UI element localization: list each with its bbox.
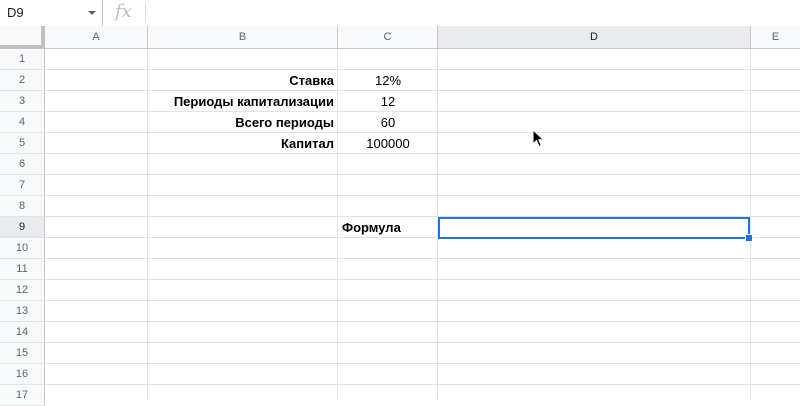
cell-c9[interactable]: Формула bbox=[338, 217, 438, 238]
gridline bbox=[45, 384, 800, 385]
column-header-d[interactable]: D bbox=[438, 26, 751, 49]
fx-icon: fx bbox=[115, 1, 132, 22]
row-header-13[interactable]: 13 bbox=[0, 301, 45, 322]
column-header-b[interactable]: B bbox=[148, 26, 338, 49]
column-header-a[interactable]: A bbox=[45, 26, 148, 49]
cell-b4[interactable]: Всего периоды bbox=[148, 112, 338, 133]
row-header-14[interactable]: 14 bbox=[0, 322, 45, 343]
select-all-corner[interactable] bbox=[0, 26, 45, 49]
spreadsheet-grid: A B C D E 1 2 3 4 5 6 7 8 9 10 11 12 13 … bbox=[0, 26, 800, 406]
cell-c3[interactable]: 12 bbox=[338, 91, 438, 112]
cell-b3[interactable]: Периоды капитализации bbox=[148, 91, 338, 112]
row-header-15[interactable]: 15 bbox=[0, 343, 45, 364]
name-box[interactable]: D9 bbox=[0, 0, 103, 26]
cell-b5[interactable]: Капитал bbox=[148, 133, 338, 154]
row-header-4[interactable]: 4 bbox=[0, 112, 45, 133]
row-header-17[interactable]: 17 bbox=[0, 385, 45, 406]
formula-bar-divider bbox=[145, 4, 146, 22]
row-header-1[interactable]: 1 bbox=[0, 49, 45, 70]
row-header-6[interactable]: 6 bbox=[0, 154, 45, 175]
row-header-11[interactable]: 11 bbox=[0, 259, 45, 280]
gridline bbox=[45, 279, 800, 280]
gridline bbox=[45, 321, 800, 322]
gridline bbox=[45, 300, 800, 301]
formula-bar: D9 fx bbox=[0, 0, 800, 27]
fill-handle[interactable] bbox=[745, 234, 753, 242]
cell-reference[interactable]: D9 bbox=[7, 5, 24, 20]
row-header-16[interactable]: 16 bbox=[0, 364, 45, 385]
column-header-c[interactable]: C bbox=[338, 26, 438, 49]
chevron-down-icon[interactable] bbox=[88, 11, 96, 15]
cell-c5[interactable]: 100000 bbox=[338, 133, 438, 154]
row-header-2[interactable]: 2 bbox=[0, 70, 45, 91]
cell-c2[interactable]: 12% bbox=[338, 70, 438, 91]
selected-cell-d9[interactable] bbox=[438, 217, 750, 239]
gridline bbox=[45, 195, 800, 196]
cell-b2[interactable]: Ставка bbox=[148, 70, 338, 91]
column-header-e[interactable]: E bbox=[751, 26, 800, 49]
row-header-12[interactable]: 12 bbox=[0, 280, 45, 301]
formula-input[interactable] bbox=[150, 3, 794, 25]
row-header-7[interactable]: 7 bbox=[0, 175, 45, 196]
row-header-5[interactable]: 5 bbox=[0, 133, 45, 154]
gridline bbox=[45, 174, 800, 175]
gridline bbox=[750, 49, 751, 400]
row-header-3[interactable]: 3 bbox=[0, 91, 45, 112]
mouse-pointer-icon bbox=[532, 129, 545, 148]
row-header-9[interactable]: 9 bbox=[0, 217, 45, 238]
gridline bbox=[45, 258, 800, 259]
row-header-10[interactable]: 10 bbox=[0, 238, 45, 259]
row-header-8[interactable]: 8 bbox=[0, 196, 45, 217]
gridline bbox=[45, 342, 800, 343]
gridline bbox=[45, 363, 800, 364]
cell-c4[interactable]: 60 bbox=[338, 112, 438, 133]
